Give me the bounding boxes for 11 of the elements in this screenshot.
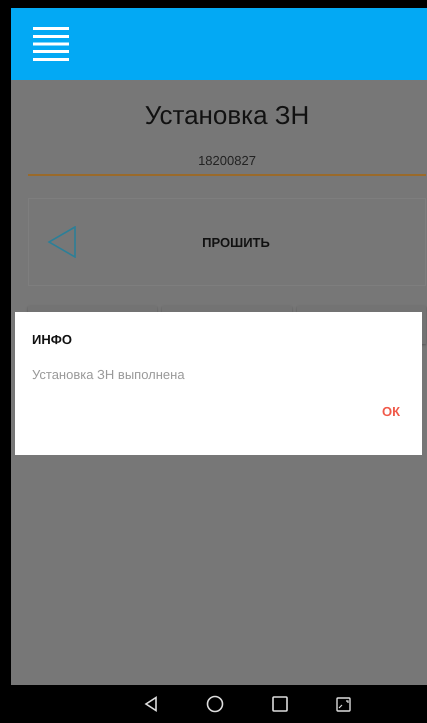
- screen-title: Установка ЗН: [144, 100, 310, 131]
- back-icon[interactable]: [144, 696, 158, 712]
- menu-icon[interactable]: [33, 26, 69, 62]
- home-icon[interactable]: [206, 695, 224, 713]
- recents-icon[interactable]: [272, 696, 288, 712]
- dialog-message: Установка ЗН выполнена: [32, 367, 186, 382]
- dialog-title: ИНФО: [32, 332, 73, 347]
- flash-button[interactable]: ПРОШИТЬ: [77, 234, 395, 250]
- serial-field[interactable]: 18200827: [28, 147, 426, 176]
- ok-button[interactable]: ОК: [382, 402, 400, 421]
- screen-resize-icon[interactable]: [336, 696, 351, 712]
